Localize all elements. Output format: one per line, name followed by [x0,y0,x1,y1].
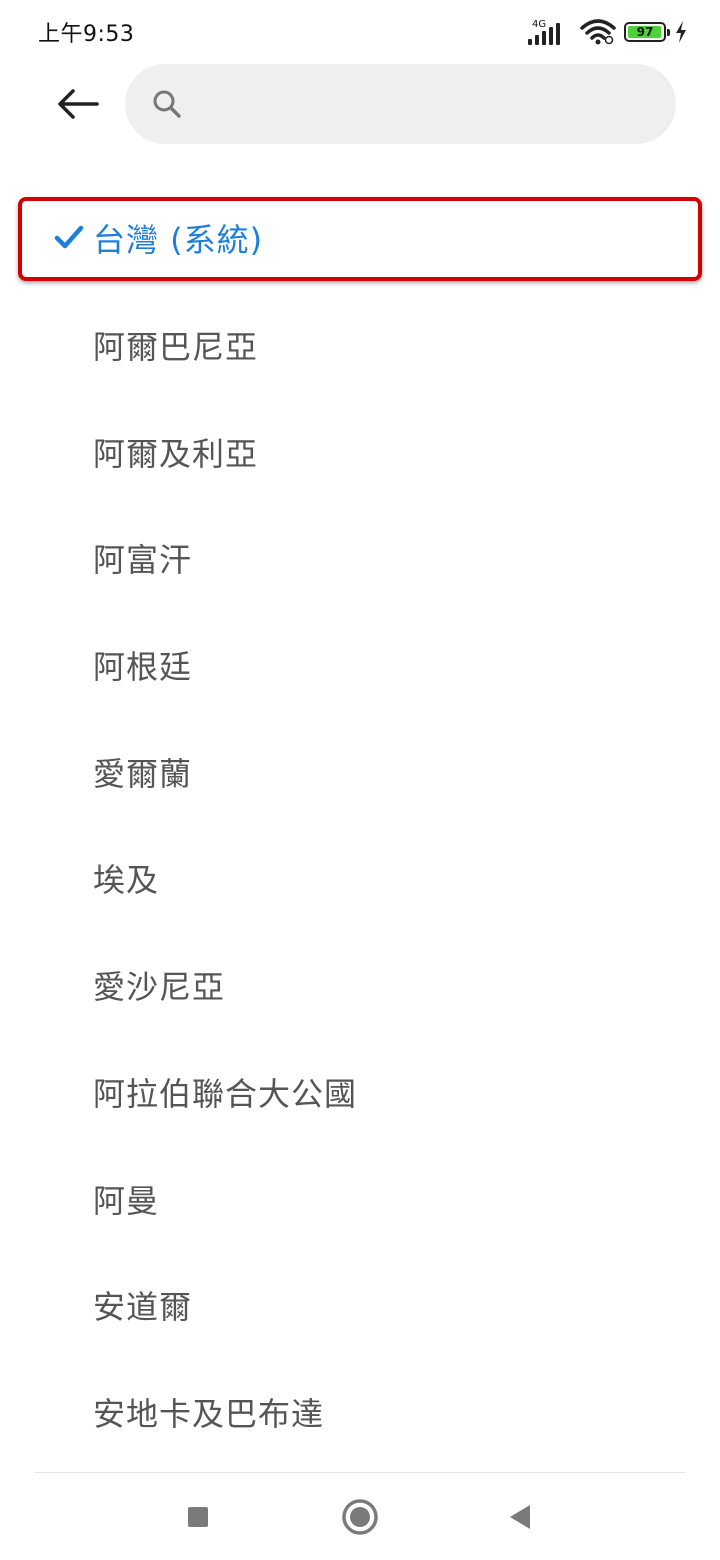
list-item[interactable]: 愛沙尼亞 [0,932,720,1039]
back-triangle-icon [510,1505,530,1529]
recents-square-icon [188,1507,208,1527]
signal-icon: 4G [526,15,572,49]
list-item[interactable]: 愛爾蘭 [0,718,720,825]
search-icon [153,90,181,118]
list-item-label: 阿爾巴尼亞 [93,328,259,367]
list-item[interactable]: 阿爾巴尼亞 [0,292,720,399]
battery-level: 97 [636,25,654,39]
list-item[interactable]: 阿根廷 [0,612,720,719]
nav-back-button[interactable] [498,1495,542,1539]
list-item[interactable]: 阿爾及利亞 [0,398,720,505]
list-item-label: 阿富汗 [93,541,193,580]
back-button[interactable] [48,78,108,130]
home-circle-icon [342,1499,378,1535]
status-icons: 4G 97 [526,14,688,50]
wifi-icon [580,19,616,45]
list-item-selected[interactable]: 台灣 (系統) [0,185,720,292]
battery-icon: 97 [624,22,670,42]
home-button[interactable] [338,1495,382,1539]
list-item-label: 阿根廷 [93,648,193,687]
list-item-label: 愛沙尼亞 [93,968,226,1007]
search-input[interactable] [197,64,651,146]
list-item-label: 阿曼 [93,1181,160,1220]
arrow-left-icon [58,89,99,119]
list-item-label: 安道爾 [93,1288,193,1327]
navigation-bar [0,1473,720,1560]
list-item-label: 愛爾蘭 [93,754,193,793]
region-list: 台灣 (系統) 阿爾巴尼亞 阿爾及利亞 阿富汗 阿根廷 愛爾蘭 埃及 愛沙尼亞 … [0,185,720,1465]
list-item-label: 埃及 [93,861,160,900]
list-item[interactable]: 阿富汗 [0,505,720,612]
list-item[interactable]: 安道爾 [0,1252,720,1359]
search-bar[interactable] [125,64,676,146]
list-item[interactable]: 安地卡及巴布達 [0,1359,720,1466]
list-item-label: 安地卡及巴布達 [93,1394,325,1433]
status-time: 上午9:53 [38,22,135,47]
charging-icon [676,21,686,43]
recents-button[interactable] [176,1495,220,1539]
status-bar: 上午9:53 4G 97 [0,0,720,64]
list-item-label: 台灣 (系統) [93,221,264,260]
checkmark-icon [54,225,84,249]
list-item-label: 阿爾及利亞 [93,434,259,473]
list-item-label: 阿拉伯聯合大公國 [93,1074,358,1113]
list-item[interactable]: 阿曼 [0,1145,720,1252]
list-item[interactable]: 埃及 [0,825,720,932]
list-item[interactable]: 阿拉伯聯合大公國 [0,1039,720,1146]
